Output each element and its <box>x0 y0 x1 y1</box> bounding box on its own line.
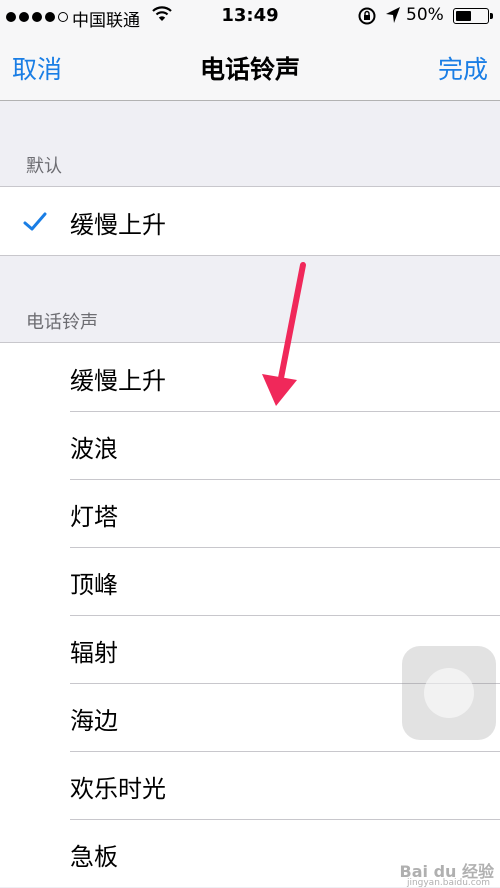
ringtone-label: 顶峰 <box>70 571 118 599</box>
ringtone-label: 波浪 <box>70 435 118 463</box>
page-title: 电话铃声 <box>199 55 300 84</box>
ringtone-row[interactable]: 灯塔 <box>0 479 500 547</box>
default-ringtone-row[interactable]: 缓慢上升 <box>0 187 500 255</box>
ringtone-row[interactable]: 顶峰 <box>0 547 500 615</box>
section-header-ringtones: 电话铃声 <box>26 312 98 333</box>
navigation-bar: 取消 电话铃声 完成 <box>0 34 500 100</box>
ringtone-label: 灯塔 <box>70 503 118 531</box>
battery-nub <box>490 13 493 19</box>
battery-icon <box>453 8 489 24</box>
default-ringtone-label: 缓慢上升 <box>70 211 166 239</box>
ringtone-label: 缓慢上升 <box>70 367 166 395</box>
done-button[interactable]: 完成 <box>438 50 488 86</box>
rotation-lock-icon <box>357 6 377 31</box>
section-header-default: 默认 <box>26 156 62 177</box>
ringtone-row[interactable]: 欢乐时光 <box>0 751 500 819</box>
location-arrow-icon <box>385 6 401 29</box>
ringtone-row[interactable]: 缓慢上升 <box>0 343 500 411</box>
assistive-touch-button[interactable] <box>402 646 496 740</box>
ringtone-row[interactable]: 波浪 <box>0 411 500 479</box>
top-bar: 中国联通 13:49 50% 取消 电话铃声 完成 <box>0 0 500 101</box>
ringtone-list: 缓慢上升波浪灯塔顶峰辐射海边欢乐时光急板 <box>0 342 500 887</box>
battery-level <box>456 11 471 21</box>
assistive-touch-dot <box>424 668 474 718</box>
ringtone-label: 辐射 <box>70 639 118 667</box>
ringtone-label: 海边 <box>70 707 118 735</box>
default-group: 缓慢上升 <box>0 186 500 256</box>
ringtone-label: 欢乐时光 <box>70 775 166 803</box>
ringtone-label: 急板 <box>70 843 118 871</box>
battery-percent: 50% <box>406 5 444 25</box>
watermark-url: jingyan.baidu.com <box>406 878 490 888</box>
status-bar: 中国联通 13:49 50% <box>0 0 500 34</box>
checkmark-icon <box>22 209 48 235</box>
